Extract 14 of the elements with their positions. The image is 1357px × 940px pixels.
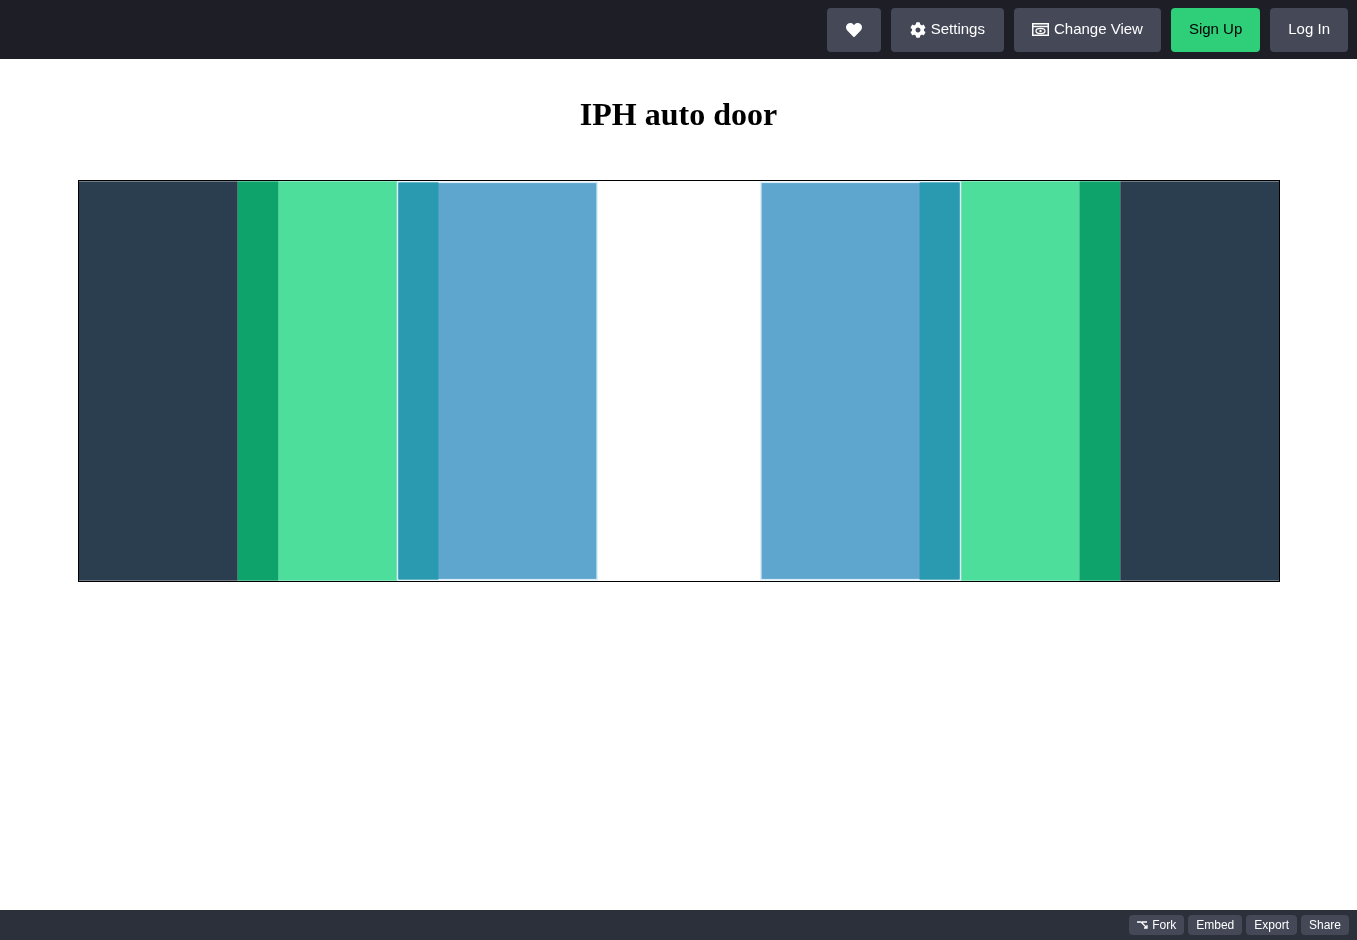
log-in-button[interactable]: Log In [1270,7,1348,52]
settings-button[interactable]: Settings [890,7,1004,52]
settings-icon [909,21,926,38]
eye-icon [1031,23,1049,36]
sign-up-button[interactable]: Sign Up [1170,7,1261,52]
page-title: IPH auto door [579,98,778,130]
fork-icon [1137,921,1149,929]
footer-button[interactable]: Export [1246,915,1297,935]
footer-button[interactable]: Embed [1188,915,1243,935]
footer-button[interactable]: Share [1300,915,1349,935]
change-view-button[interactable]: Change View [1013,7,1161,52]
heart-icon [845,21,862,38]
like-button[interactable] [826,7,881,52]
fork-button[interactable]: Fork [1129,915,1185,935]
